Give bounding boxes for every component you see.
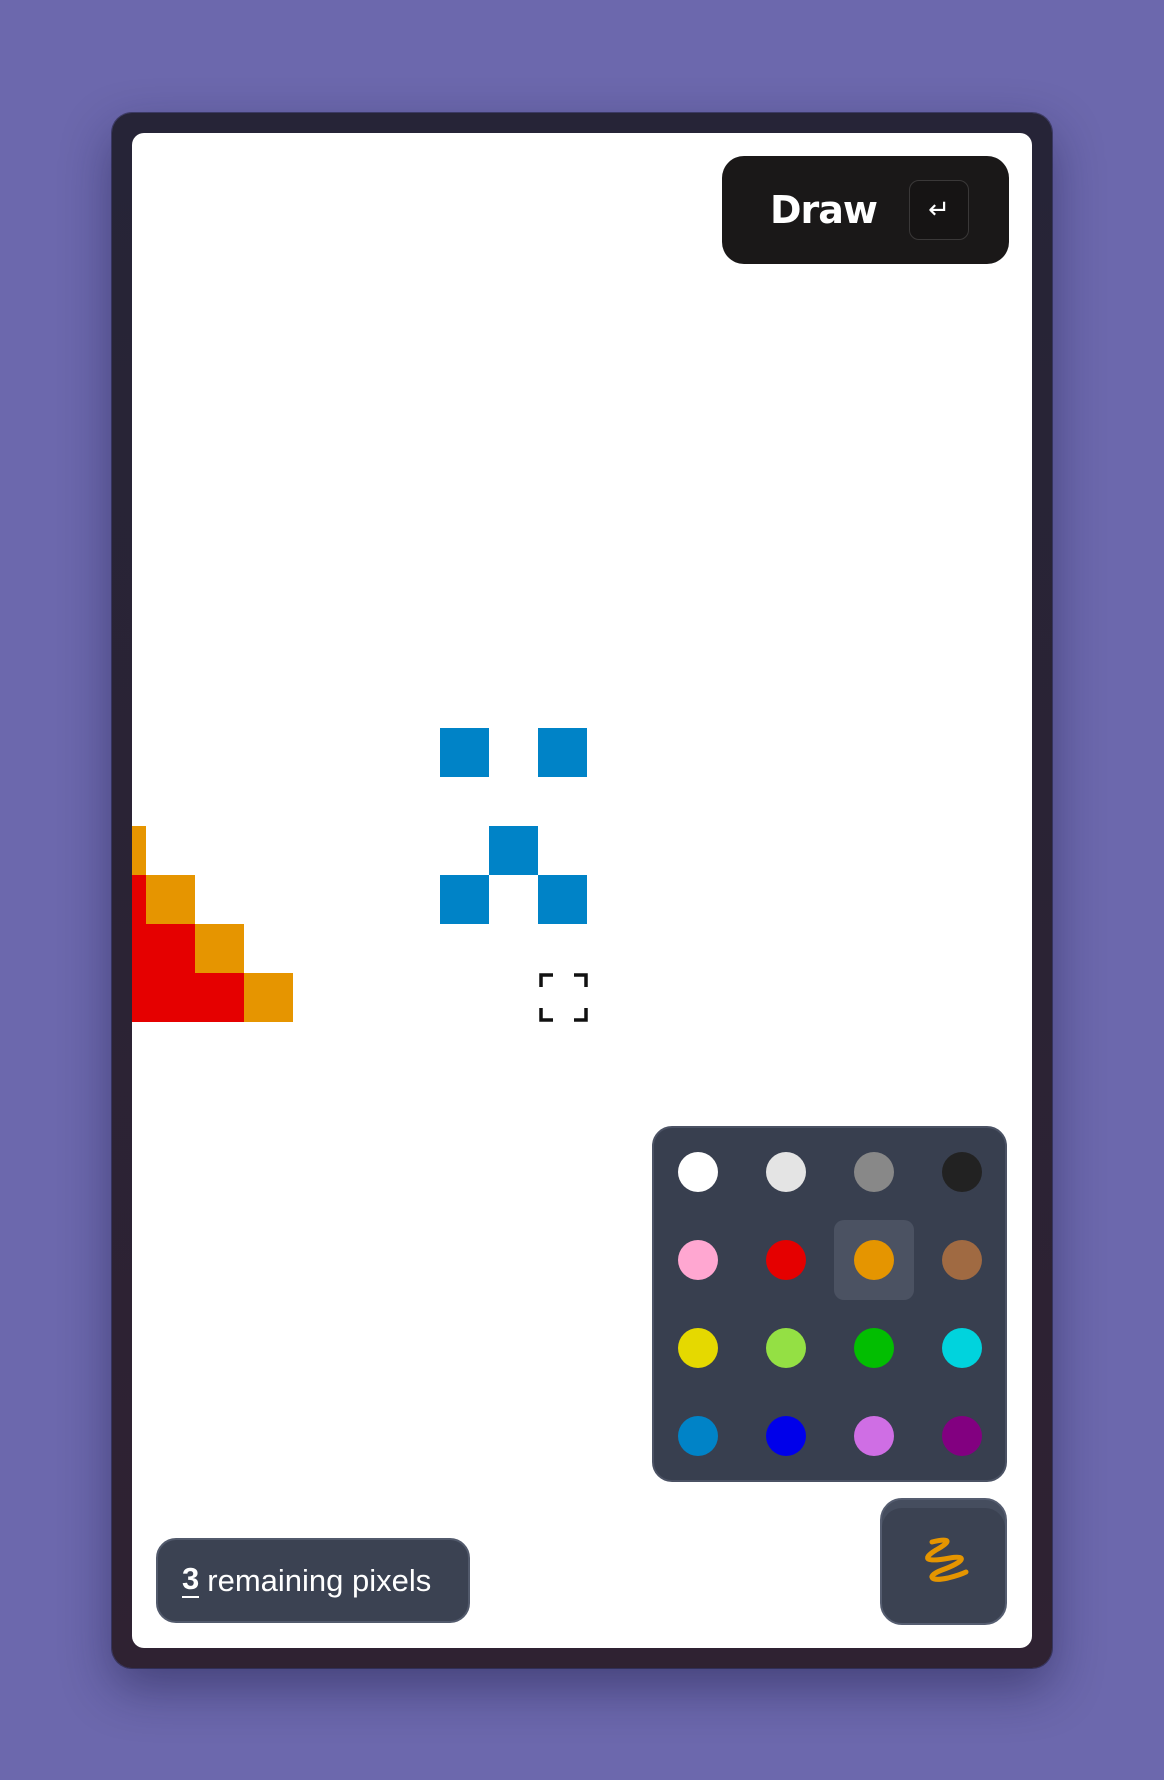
color-swatch bbox=[942, 1416, 982, 1456]
canvas-pixel bbox=[132, 875, 146, 924]
canvas-pixel bbox=[146, 875, 195, 924]
draw-button-label: Draw bbox=[770, 188, 878, 232]
color-swatch bbox=[678, 1152, 718, 1192]
color-swatch bbox=[854, 1152, 894, 1192]
canvas-pixel bbox=[146, 973, 195, 1022]
palette-color-button[interactable] bbox=[658, 1396, 738, 1476]
color-swatch bbox=[678, 1328, 718, 1368]
canvas-pixel bbox=[132, 973, 146, 1022]
palette-color-button[interactable] bbox=[834, 1132, 914, 1212]
palette-color-button[interactable] bbox=[834, 1220, 914, 1300]
remaining-label: remaining pixels bbox=[207, 1562, 432, 1598]
canvas-pixel bbox=[440, 728, 489, 777]
color-palette bbox=[652, 1126, 1007, 1482]
draw-button[interactable]: Draw ↵ bbox=[722, 156, 1009, 264]
color-swatch bbox=[942, 1328, 982, 1368]
color-swatch bbox=[854, 1240, 894, 1280]
palette-color-button[interactable] bbox=[746, 1220, 826, 1300]
palette-color-button[interactable] bbox=[922, 1308, 1002, 1388]
palette-color-button[interactable] bbox=[658, 1220, 738, 1300]
crosshair-brackets-icon bbox=[539, 973, 588, 1022]
palette-color-button[interactable] bbox=[922, 1132, 1002, 1212]
canvas-pixel bbox=[244, 973, 293, 1022]
canvas-pixel bbox=[195, 924, 244, 973]
palette-color-button[interactable] bbox=[746, 1132, 826, 1212]
color-swatch bbox=[942, 1240, 982, 1280]
palette-color-button[interactable] bbox=[834, 1308, 914, 1388]
remaining-count: 3 bbox=[182, 1561, 200, 1598]
canvas-pixel bbox=[538, 875, 587, 924]
palette-color-button[interactable] bbox=[658, 1308, 738, 1388]
palette-color-button[interactable] bbox=[658, 1132, 738, 1212]
squiggle-brush-icon bbox=[924, 1537, 968, 1582]
remaining-pixels-counter: 3 remaining pixels bbox=[156, 1538, 470, 1623]
brush-tool-button[interactable] bbox=[880, 1498, 1007, 1625]
color-swatch bbox=[766, 1152, 806, 1192]
canvas-pixel bbox=[146, 924, 195, 973]
color-swatch bbox=[942, 1152, 982, 1192]
palette-color-button[interactable] bbox=[746, 1308, 826, 1388]
canvas-pixel bbox=[538, 728, 587, 777]
color-swatch bbox=[854, 1416, 894, 1456]
canvas-pixel bbox=[440, 875, 489, 924]
canvas-pixel bbox=[132, 826, 146, 875]
color-swatch bbox=[854, 1328, 894, 1368]
canvas-pixel bbox=[195, 973, 244, 1022]
enter-key-icon: ↵ bbox=[909, 180, 970, 240]
palette-color-button[interactable] bbox=[922, 1396, 1002, 1476]
color-swatch bbox=[678, 1416, 718, 1456]
canvas-pixel bbox=[489, 826, 538, 875]
color-swatch bbox=[766, 1240, 806, 1280]
palette-color-button[interactable] bbox=[746, 1396, 826, 1476]
color-swatch bbox=[678, 1240, 718, 1280]
palette-color-button[interactable] bbox=[922, 1220, 1002, 1300]
color-swatch bbox=[766, 1328, 806, 1368]
palette-color-button[interactable] bbox=[834, 1396, 914, 1476]
device-frame: Draw ↵ 3 remaining pixels bbox=[112, 113, 1052, 1668]
pixel-canvas[interactable]: Draw ↵ 3 remaining pixels bbox=[132, 133, 1032, 1648]
color-swatch bbox=[766, 1416, 806, 1456]
canvas-pixel bbox=[132, 924, 146, 973]
